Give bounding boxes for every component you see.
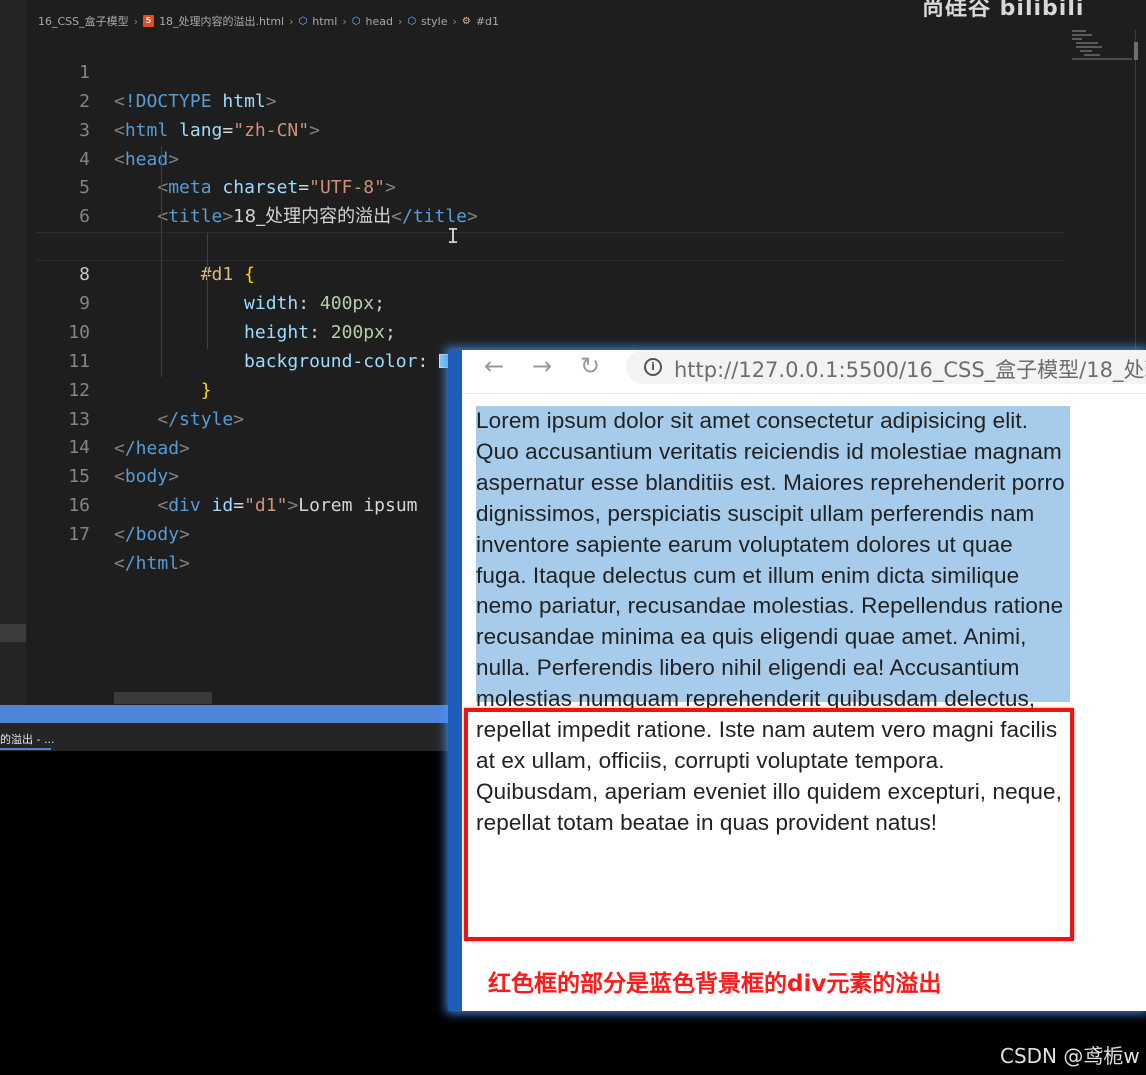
breadcrumb-selector[interactable]: #d1 bbox=[476, 15, 499, 28]
panel-divider-bar[interactable] bbox=[0, 705, 452, 723]
code-line[interactable]: 3 <head> bbox=[36, 88, 1064, 170]
breadcrumb-html[interactable]: html bbox=[312, 15, 337, 28]
element-cube-icon: ⬡ bbox=[298, 15, 308, 27]
terminal-area[interactable] bbox=[0, 751, 452, 1075]
code-line[interactable]: 11 } bbox=[36, 319, 1064, 401]
code-line[interactable]: 1 <!DOCTYPE html> bbox=[36, 30, 1064, 112]
tag-name: /html bbox=[124, 553, 180, 575]
code-line-current[interactable]: 8 width: 400px; bbox=[36, 232, 1064, 314]
info-icon[interactable]: i bbox=[644, 358, 662, 376]
indent-guide bbox=[207, 233, 208, 349]
element-cube-icon: ⬡ bbox=[351, 15, 361, 27]
activity-strip bbox=[0, 0, 26, 705]
panel-tab[interactable]: 的溢出 - ... bbox=[0, 731, 54, 747]
element-cube-icon: ⬡ bbox=[407, 15, 417, 27]
selector-icon: ⚙ bbox=[461, 15, 471, 27]
chevron-right-icon: › bbox=[397, 14, 403, 28]
indent-guide bbox=[161, 146, 162, 377]
activity-strip-marker bbox=[0, 624, 26, 642]
breadcrumb-style[interactable]: style bbox=[421, 15, 447, 28]
back-arrow-icon[interactable]: ← bbox=[484, 352, 504, 380]
breadcrumb-head[interactable]: head bbox=[365, 15, 392, 28]
html5-file-icon: 5 bbox=[143, 15, 155, 27]
horizontal-scrollbar-thumb[interactable] bbox=[114, 692, 212, 704]
csdn-watermark: CSDN @鸢栀w bbox=[1000, 1044, 1140, 1068]
bilibili-watermark: 尚硅谷 bilibili bbox=[922, 0, 1085, 21]
tag-name: /body bbox=[124, 524, 180, 546]
address-bar[interactable]: i http://127.0.0.1:5500/16_CSS_盒子模型/18_处… bbox=[626, 350, 1146, 384]
overflow-caption: 红色框的部分是蓝色背景框的div元素的溢出 bbox=[488, 971, 942, 997]
chevron-right-icon: › bbox=[133, 14, 139, 28]
line-number: 17 bbox=[68, 524, 90, 546]
chevron-right-icon: › bbox=[289, 14, 294, 28]
breadcrumb: 16_CSS_盒子模型 › 5 18_处理内容的溢出.html › ⬡ html… bbox=[38, 12, 499, 30]
code-line[interactable]: 5 <title>18_处理内容的溢出</title> bbox=[36, 146, 1064, 227]
active-tab-indicator bbox=[0, 748, 51, 750]
reload-icon[interactable]: ↻ bbox=[580, 352, 600, 380]
panel-tab-strip: 的溢出 - ... bbox=[0, 723, 452, 751]
url-text[interactable]: http://127.0.0.1:5500/16_CSS_盒子模型/18_处理内 bbox=[674, 354, 1146, 384]
chevron-right-icon: › bbox=[452, 14, 457, 28]
overflow-highlight-frame bbox=[464, 708, 1074, 941]
chevron-right-icon: › bbox=[342, 14, 347, 28]
browser-side-accent bbox=[448, 350, 462, 1011]
code-line[interactable]: 9 height: 200px; bbox=[36, 261, 1064, 343]
breadcrumb-folder[interactable]: 16_CSS_盒子模型 bbox=[38, 13, 129, 29]
code-line[interactable]: 7 #d1 { bbox=[36, 203, 1064, 285]
code-line[interactable]: 2 <html lang="zh-CN"> bbox=[36, 59, 1064, 141]
code-line[interactable]: 10 background-color: skyblue; bbox=[36, 290, 1064, 372]
code-line[interactable]: 6 <style> bbox=[36, 174, 1064, 256]
breadcrumb-file[interactable]: 18_处理内容的溢出.html bbox=[159, 13, 284, 29]
code-line[interactable]: 4 <meta charset="UTF-8"> bbox=[36, 117, 1064, 199]
forward-arrow-icon[interactable]: → bbox=[532, 352, 552, 380]
browser-toolbar: ← → ↻ i http://127.0.0.1:5500/16_CSS_盒子模… bbox=[462, 350, 1146, 394]
vertical-scrollbar-thumb[interactable] bbox=[1134, 42, 1138, 60]
text-cursor-icon: I bbox=[447, 224, 460, 248]
